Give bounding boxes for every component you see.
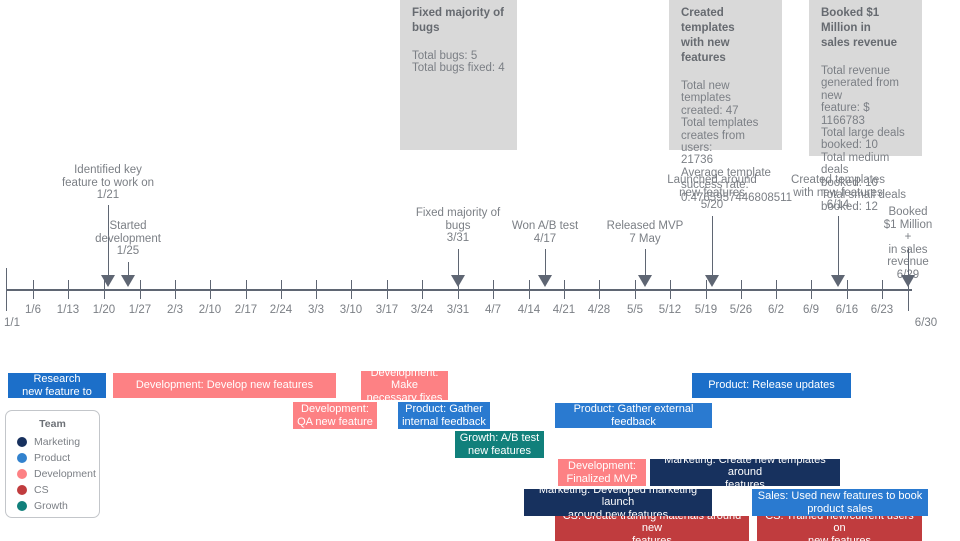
timeline-infographic: Fixed majority of bugs Total bugs: 5 Tota… — [0, 0, 960, 541]
bar-product-internal-feedback[interactable]: Product: Gather internal feedback — [398, 402, 490, 429]
legend-color-dot-icon — [17, 437, 27, 447]
gantt-bar-group: Product: Research new feature to build De… — [0, 0, 960, 541]
bar-development-finalized-mvp[interactable]: Development: Finalized MVP — [558, 459, 646, 486]
bar-growth-ab-test[interactable]: Growth: A/B test new features — [455, 431, 544, 458]
team-legend: Team Marketing Product Development CS Growth — [5, 410, 100, 518]
legend-item-development[interactable]: Development — [6, 466, 99, 482]
bar-product-release-updates[interactable]: Product: Release updates — [692, 373, 851, 398]
bar-development-qa[interactable]: Development: QA new feature — [293, 402, 377, 429]
bar-product-external-feedback[interactable]: Product: Gather external feedback — [555, 403, 712, 428]
legend-item-cs[interactable]: CS — [6, 482, 99, 498]
legend-color-dot-icon — [17, 501, 27, 511]
legend-item-label: CS — [34, 484, 49, 496]
bar-cs-trained-users[interactable]: CS: Trained new/current users on new fea… — [757, 516, 922, 541]
bar-cs-create-training[interactable]: CS: Create training materials around new… — [555, 516, 749, 541]
legend-item-label: Development — [34, 468, 96, 480]
bar-sales-book-product-sales[interactable]: Sales: Used new features to book product… — [752, 489, 928, 516]
legend-item-label: Marketing — [34, 436, 81, 448]
legend-color-dot-icon — [17, 453, 27, 463]
bar-product-research[interactable]: Product: Research new feature to build — [8, 373, 106, 398]
legend-color-dot-icon — [17, 485, 27, 495]
legend-title: Team — [39, 418, 66, 430]
bar-development-develop[interactable]: Development: Develop new features — [113, 373, 336, 398]
legend-color-dot-icon — [17, 469, 27, 479]
legend-item-label: Growth — [34, 500, 68, 512]
legend-item-product[interactable]: Product — [6, 450, 99, 466]
bar-marketing-create-templates[interactable]: Marketing: Create new templates around f… — [650, 459, 840, 486]
bar-development-make-fixes[interactable]: Development: Make necessary fixes — [361, 371, 448, 400]
legend-rows: Marketing Product Development CS Growth — [6, 434, 99, 514]
legend-item-marketing[interactable]: Marketing — [6, 434, 99, 450]
bar-marketing-launch[interactable]: Marketing: Developed marketing launch ar… — [524, 489, 712, 516]
legend-item-label: Product — [34, 452, 71, 464]
legend-item-growth[interactable]: Growth — [6, 498, 99, 514]
